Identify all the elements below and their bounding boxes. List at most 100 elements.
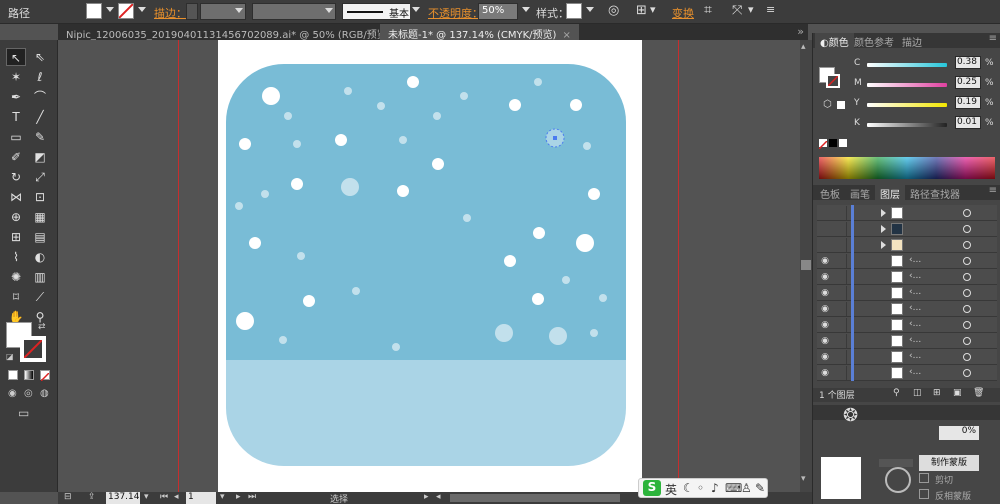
scroll-up-icon[interactable]: ▴ [801, 42, 806, 52]
curvature-tool-icon[interactable]: ⌒ [30, 88, 50, 106]
draw-behind-icon[interactable]: ◎ [24, 388, 33, 399]
black-swatch[interactable] [829, 139, 837, 147]
target-icon[interactable] [963, 305, 971, 313]
delete-layer-icon[interactable]: 🗑 [973, 388, 984, 398]
panel-menu-icon[interactable]: ≡ [989, 185, 997, 196]
zoom-field[interactable]: 137.14 [106, 492, 140, 504]
artboard-tool-icon[interactable]: ⌑ [6, 288, 26, 306]
lasso-tool-icon[interactable]: ℓ [30, 68, 50, 86]
lock-toggle[interactable] [835, 366, 847, 380]
transform-link[interactable]: 变换 [672, 5, 694, 21]
align-icon[interactable]: ⊞ [636, 3, 647, 18]
tab-untitled-document[interactable]: 未标题-1* @ 137.14% (CMYK/预览) × [380, 24, 579, 41]
lock-toggle[interactable] [835, 270, 847, 284]
gradient-tool-icon[interactable]: ▤ [30, 228, 50, 246]
stroke-label[interactable]: 描边： [154, 5, 187, 21]
layer-row[interactable]: ◉ ‹... [817, 253, 997, 269]
transparency-opacity-field[interactable]: 0% [939, 426, 979, 440]
layer-row[interactable]: ◉ ‹... [817, 301, 997, 317]
eye-icon[interactable]: ◉ [819, 288, 831, 298]
scroll-down-icon[interactable]: ▾ [801, 474, 806, 484]
variable-width-profile[interactable] [252, 3, 336, 20]
fill-dropdown[interactable] [104, 3, 116, 20]
screen-mode-icon[interactable]: ▭ [18, 406, 29, 420]
tabs-overflow-icon[interactable]: » [797, 25, 804, 38]
sogou-logo[interactable]: S [643, 480, 661, 496]
lock-toggle[interactable] [835, 334, 847, 348]
stroke-color-box[interactable] [20, 336, 46, 362]
type-tool-icon[interactable]: T [6, 108, 26, 126]
tab-nipic-document[interactable]: Nipic_12006035_20190401131456702089.ai* … [58, 24, 413, 41]
lock-toggle[interactable] [835, 302, 847, 316]
blend-tool-icon[interactable]: ◐ [30, 248, 50, 266]
tab-pathfinder[interactable]: 路径查找器 [905, 185, 965, 201]
arrange-dropdown-icon[interactable]: ▾ [748, 3, 754, 16]
slice-tool-icon[interactable]: ⟋ [30, 288, 50, 306]
none-mode-icon[interactable] [40, 370, 50, 382]
opacity-label[interactable]: 不透明度： [428, 5, 483, 21]
stroke-dropdown[interactable] [136, 3, 148, 20]
cyan-slider[interactable] [867, 63, 947, 67]
canvas-area[interactable] [58, 40, 800, 492]
tab-brushes[interactable]: 画笔 [845, 185, 875, 201]
zoom-dropdown-icon[interactable]: ▾ [144, 492, 149, 502]
selection-tool-icon[interactable]: ↖ [6, 48, 26, 66]
rotate-tool-icon[interactable]: ↻ [6, 168, 26, 186]
status-menu-icon[interactable]: ▸ [424, 492, 429, 502]
yellow-slider[interactable] [867, 103, 947, 107]
lock-toggle[interactable] [835, 286, 847, 300]
first-artboard-icon[interactable]: ⏮ [160, 492, 168, 502]
artboard-number-field[interactable]: 1 [186, 492, 216, 504]
width-tool-icon[interactable]: ⋈ [6, 188, 26, 206]
prev-artboard-icon[interactable]: ◂ [174, 492, 179, 502]
graph-tool-icon[interactable]: ▥ [30, 268, 50, 286]
keyboard-icon[interactable]: ⌨ [725, 481, 742, 495]
brush-dropdown[interactable] [410, 3, 422, 20]
punctuation-icon[interactable]: ◦ [697, 481, 704, 495]
free-transform-tool-icon[interactable]: ⊡ [30, 188, 50, 206]
black-slider[interactable] [867, 123, 947, 127]
eraser-tool-icon[interactable]: ◩ [30, 148, 50, 166]
none-swatch[interactable] [818, 139, 828, 150]
perspective-grid-tool-icon[interactable]: ▦ [30, 208, 50, 226]
lock-toggle[interactable] [835, 238, 847, 252]
invert-mask-checkbox[interactable] [919, 489, 929, 499]
eye-icon[interactable]: ◉ [819, 352, 831, 362]
lock-toggle[interactable] [835, 222, 847, 236]
panel-menu-icon[interactable]: ≡ [766, 3, 775, 16]
cyan-value[interactable]: 0.38 [955, 56, 981, 69]
scroll-thumb[interactable] [801, 260, 811, 270]
arrange-icon[interactable]: ⤧ [732, 3, 742, 18]
make-clipping-mask-icon[interactable]: ◫ [913, 388, 922, 398]
vertical-scrollbar[interactable]: ▴ ▾ [800, 40, 812, 492]
expand-icon[interactable] [881, 225, 886, 233]
magic-wand-tool-icon[interactable]: ✶ [6, 68, 26, 86]
layer-row[interactable] [817, 205, 997, 221]
target-icon[interactable] [963, 353, 971, 361]
yellow-value[interactable]: 0.19 [955, 96, 981, 109]
white-swatch[interactable] [839, 139, 847, 147]
draw-normal-icon[interactable]: ◉ [8, 388, 17, 399]
moon-icon[interactable]: ☾ [683, 481, 694, 495]
eye-icon[interactable]: ◉ [819, 368, 831, 378]
target-icon[interactable] [963, 209, 971, 217]
symbol-sprayer-tool-icon[interactable]: ✺ [6, 268, 26, 286]
new-layer-icon[interactable]: ▣ [953, 388, 962, 398]
line-tool-icon[interactable]: ╱ [30, 108, 50, 126]
direct-selection-tool-icon[interactable]: ⇖ [30, 48, 50, 66]
target-icon[interactable] [963, 257, 971, 265]
panel-menu-icon[interactable]: ≡ [989, 33, 997, 44]
color-spectrum[interactable] [819, 157, 995, 179]
eye-icon[interactable]: ◉ [819, 304, 831, 314]
graphic-style-swatch[interactable] [566, 3, 582, 19]
expand-icon[interactable] [881, 241, 886, 249]
isolate-icon[interactable]: ⌗ [704, 2, 712, 18]
recolor-icon[interactable]: ◎ [608, 3, 619, 18]
pencil-tool-icon[interactable]: ✐ [6, 148, 26, 166]
share-icon[interactable]: ⇪ [88, 492, 96, 502]
tools-icon[interactable]: ✎ [755, 481, 765, 495]
artboard-dropdown-icon[interactable]: ▾ [220, 492, 225, 502]
lock-toggle[interactable] [835, 350, 847, 364]
target-icon[interactable] [963, 321, 971, 329]
align-dropdown-icon[interactable]: ▾ [650, 3, 656, 16]
